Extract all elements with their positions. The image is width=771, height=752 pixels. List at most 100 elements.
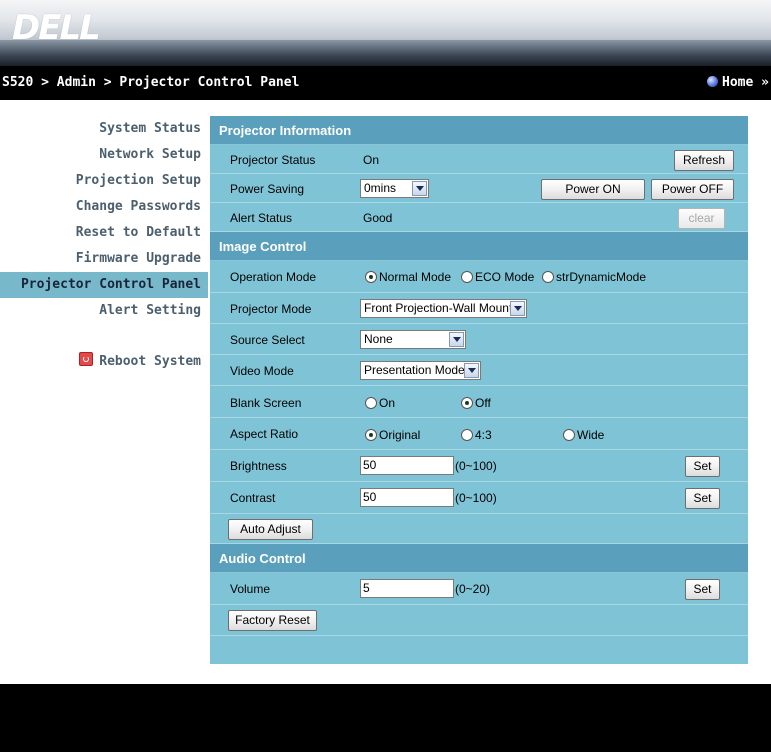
- radio-blank-off[interactable]: Off: [461, 396, 491, 410]
- footer-bar: [0, 684, 771, 752]
- sidebar-item-change-passwords[interactable]: Change Passwords: [0, 194, 208, 220]
- home-icon: [707, 76, 719, 87]
- projector-mode-label: Projector Mode: [230, 302, 312, 316]
- chevron-down-icon: [449, 332, 464, 347]
- operation-mode-label: Operation Mode: [230, 270, 317, 284]
- aspect-ratio-label: Aspect Ratio: [230, 427, 299, 441]
- row-alert-status: Alert Status Good clear: [210, 203, 748, 232]
- home-label: Home »: [722, 75, 769, 90]
- header-banner: DELL: [0, 0, 771, 66]
- radio-dot: [542, 271, 554, 283]
- row-auto-adjust: Auto Adjust: [210, 514, 748, 544]
- volume-label: Volume: [230, 582, 271, 596]
- section-audio-control: Audio Control: [210, 544, 748, 573]
- row-power-saving: Power Saving 0mins Power ON Power OFF: [210, 174, 748, 203]
- alert-status-value: Good: [363, 211, 393, 225]
- radio-aspect-original[interactable]: Original: [365, 428, 420, 442]
- radio-label: Original: [379, 428, 421, 442]
- brightness-input[interactable]: 50: [360, 456, 454, 475]
- reboot-system-link[interactable]: Reboot System: [0, 351, 208, 373]
- section-title: Projector Information: [219, 123, 352, 138]
- section-title: Image Control: [219, 239, 307, 254]
- source-select[interactable]: None: [360, 330, 466, 349]
- radio-eco-mode[interactable]: ECO Mode: [461, 270, 534, 284]
- row-volume: Volume 5 (0~20) Set: [210, 573, 748, 605]
- radio-aspect-wide[interactable]: Wide: [563, 428, 604, 442]
- radio-label: Off: [475, 396, 491, 410]
- radio-dot: [461, 397, 473, 409]
- sidebar-nav: System Status Network Setup Projection S…: [0, 116, 208, 373]
- power-saving-label: Power Saving: [230, 182, 305, 196]
- auto-adjust-button[interactable]: Auto Adjust: [228, 519, 313, 540]
- video-mode-select[interactable]: Presentation Mode: [360, 361, 481, 380]
- contrast-input[interactable]: 50: [360, 488, 454, 507]
- sidebar-item-system-status[interactable]: System Status: [0, 116, 208, 142]
- projector-mode-value: Front Projection-Wall Mount: [364, 301, 513, 315]
- video-mode-label: Video Mode: [230, 364, 294, 378]
- factory-reset-button[interactable]: Factory Reset: [228, 610, 317, 631]
- home-link[interactable]: Home »: [707, 75, 769, 90]
- power-saving-value: 0mins: [364, 181, 397, 195]
- radio-dot: [365, 397, 377, 409]
- control-panel: Projector Information Projector Status O…: [210, 116, 748, 664]
- sidebar-item-reset-to-default[interactable]: Reset to Default: [0, 220, 208, 246]
- row-aspect-ratio: Aspect Ratio Original 4:3 Wide: [210, 418, 748, 450]
- chevron-down-icon: [412, 181, 427, 196]
- radio-dot: [461, 271, 473, 283]
- radio-normal-mode[interactable]: Normal Mode: [365, 270, 451, 284]
- brightness-range: (0~100): [455, 459, 497, 473]
- projector-status-label: Projector Status: [230, 153, 316, 167]
- volume-range: (0~20): [455, 582, 491, 596]
- blank-screen-label: Blank Screen: [230, 396, 302, 410]
- row-brightness: Brightness 50 (0~100) Set: [210, 450, 748, 482]
- row-contrast: Contrast 50 (0~100) Set: [210, 482, 748, 514]
- brightness-label: Brightness: [230, 459, 287, 473]
- dell-logo[interactable]: DELL: [12, 8, 101, 48]
- section-title: Audio Control: [219, 551, 306, 566]
- sidebar-item-firmware-upgrade[interactable]: Firmware Upgrade: [0, 246, 208, 272]
- radio-label: 4:3: [475, 428, 492, 442]
- row-operation-mode: Operation Mode Normal Mode ECO Mode strD…: [210, 261, 748, 293]
- radio-label: Wide: [577, 428, 605, 442]
- radio-dynamic-mode[interactable]: strDynamicMode: [542, 270, 646, 284]
- alert-status-label: Alert Status: [230, 211, 293, 225]
- radio-label: strDynamicMode: [556, 270, 647, 284]
- title-bar: S520 > Admin > Projector Control Panel H…: [0, 66, 771, 100]
- sidebar-item-alert-setting[interactable]: Alert Setting: [0, 298, 208, 324]
- row-factory-reset: Factory Reset: [210, 605, 748, 636]
- chevron-down-icon: [510, 301, 525, 316]
- brightness-set-button[interactable]: Set: [685, 456, 720, 477]
- radio-aspect-4-3[interactable]: 4:3: [461, 428, 492, 442]
- radio-blank-on[interactable]: On: [365, 396, 395, 410]
- radio-dot: [365, 429, 377, 441]
- sidebar-item-network-setup[interactable]: Network Setup: [0, 142, 208, 168]
- refresh-button[interactable]: Refresh: [674, 150, 734, 171]
- row-projector-status: Projector Status On Refresh: [210, 145, 748, 174]
- power-off-button[interactable]: Power OFF: [651, 179, 734, 200]
- video-mode-value: Presentation Mode: [364, 363, 465, 377]
- contrast-set-button[interactable]: Set: [685, 488, 720, 509]
- power-icon: [79, 352, 94, 366]
- breadcrumb: S520 > Admin > Projector Control Panel: [2, 75, 300, 90]
- projector-mode-select[interactable]: Front Projection-Wall Mount: [360, 299, 527, 318]
- radio-label: On: [379, 396, 396, 410]
- contrast-range: (0~100): [455, 491, 497, 505]
- radio-dot: [461, 429, 473, 441]
- row-source-select: Source Select None: [210, 324, 748, 355]
- sidebar-item-projector-control-panel[interactable]: Projector Control Panel: [0, 272, 208, 298]
- section-image-control: Image Control: [210, 232, 748, 261]
- projector-status-value: On: [363, 153, 380, 167]
- radio-label: Normal Mode: [379, 270, 452, 284]
- volume-input[interactable]: 5: [360, 579, 454, 598]
- power-saving-select[interactable]: 0mins: [360, 179, 429, 198]
- row-blank-screen: Blank Screen On Off: [210, 386, 748, 418]
- volume-set-button[interactable]: Set: [685, 579, 720, 600]
- power-on-button[interactable]: Power ON: [541, 179, 645, 200]
- row-video-mode: Video Mode Presentation Mode: [210, 355, 748, 386]
- chevron-down-icon: [464, 363, 479, 378]
- clear-button[interactable]: clear: [678, 208, 725, 229]
- radio-dot: [563, 429, 575, 441]
- header-band: [0, 40, 771, 66]
- contrast-label: Contrast: [230, 491, 276, 505]
- sidebar-item-projection-setup[interactable]: Projection Setup: [0, 168, 208, 194]
